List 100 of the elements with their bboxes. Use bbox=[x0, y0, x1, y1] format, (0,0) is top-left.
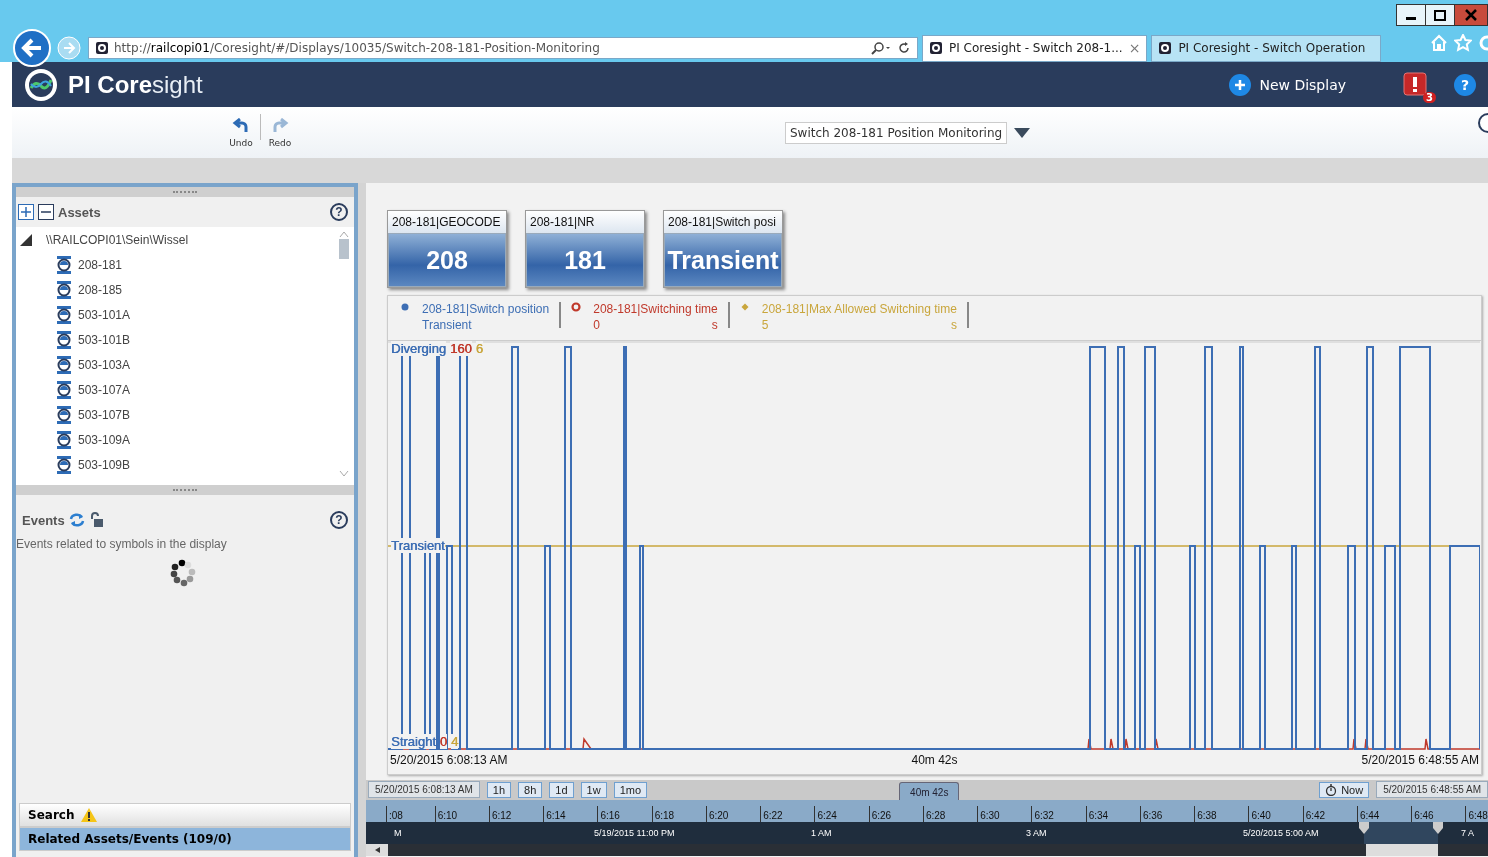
minimize-icon[interactable] bbox=[1396, 4, 1426, 26]
axis-label: 6 bbox=[475, 341, 483, 356]
range-handle-icon[interactable] bbox=[1433, 822, 1443, 834]
time-window-selection[interactable] bbox=[1364, 822, 1438, 844]
time-range-button[interactable]: 1h bbox=[486, 782, 512, 798]
tile-value: 208 bbox=[388, 233, 506, 287]
asset-icon bbox=[56, 455, 72, 474]
help-button[interactable]: ? bbox=[1454, 73, 1476, 96]
scroll-left-icon[interactable] bbox=[366, 844, 388, 856]
address-field[interactable]: http://railcopi01/Coresight/#/Displays/10035/Switch-208-181-Position-Monitoring bbox=[88, 37, 918, 59]
asset-icon bbox=[56, 430, 72, 449]
redo-arrow-icon bbox=[271, 117, 289, 134]
asset-icon bbox=[56, 305, 72, 324]
time-range-button[interactable]: 1w bbox=[580, 782, 607, 798]
overview-label: 7 A bbox=[1461, 828, 1474, 838]
restore-icon[interactable] bbox=[1425, 4, 1455, 26]
search-icon[interactable] bbox=[870, 41, 892, 55]
tile-label: 208-181|NR bbox=[526, 211, 644, 233]
close-icon[interactable] bbox=[1454, 4, 1488, 26]
end-date-field[interactable]: 5/20/2015 6:48:55 AM bbox=[1376, 781, 1488, 798]
tile-value: 181 bbox=[526, 233, 644, 287]
star-icon[interactable] bbox=[1454, 34, 1472, 52]
tree-item[interactable]: \\RAILCOPI01\Sein\Wissel bbox=[46, 232, 189, 247]
page-icon bbox=[95, 41, 109, 55]
axis-label: 0 bbox=[439, 734, 448, 749]
time-range-button[interactable]: 1mo bbox=[613, 782, 648, 798]
end-time-label: 5/20/2015 6:48:55 AM bbox=[1361, 753, 1479, 767]
plus-icon bbox=[1229, 73, 1252, 96]
legend-name: 208-181|Switching time bbox=[593, 302, 718, 316]
tree-item[interactable]: 208-181 bbox=[78, 257, 123, 272]
refresh-icon[interactable] bbox=[897, 41, 911, 55]
undo-arrow-icon bbox=[232, 117, 250, 134]
alert-icon[interactable] bbox=[1402, 70, 1430, 99]
overview-label: 3 AM bbox=[1026, 828, 1047, 838]
legend-name: 208-181|Max Allowed Switching time bbox=[761, 302, 957, 316]
alert-count-badge: 3 bbox=[1423, 91, 1436, 103]
legend-value: 0 bbox=[593, 318, 600, 332]
start-time-label: 5/20/2015 6:08:13 AM bbox=[390, 753, 508, 767]
panel-title: Assets bbox=[58, 204, 101, 220]
range-handle-icon[interactable] bbox=[1359, 822, 1369, 834]
collapse-icon[interactable] bbox=[1476, 113, 1488, 133]
overview-label: M bbox=[394, 828, 402, 838]
related-assets-events-header[interactable]: Related Assets/Events (109/0) bbox=[19, 827, 351, 851]
tree-item[interactable]: 208-185 bbox=[78, 282, 123, 297]
scrollbar-thumb[interactable] bbox=[338, 239, 350, 259]
legend-unit: s bbox=[711, 318, 718, 332]
tree-item[interactable]: 503-101B bbox=[78, 332, 131, 347]
tree-item[interactable]: 503-109B bbox=[78, 457, 131, 472]
logo-icon bbox=[24, 67, 58, 102]
legend-value: Transient bbox=[422, 318, 472, 332]
axis-label: Straight bbox=[391, 734, 436, 749]
unlock-icon[interactable] bbox=[88, 512, 103, 528]
undo-button[interactable]: Undo bbox=[222, 117, 260, 148]
tree-item[interactable]: 503-109A bbox=[78, 432, 131, 447]
tile-label: 208-181|GEOCODE bbox=[388, 211, 506, 233]
tree-item[interactable]: 503-103A bbox=[78, 357, 131, 372]
duration-label: 40m 42s bbox=[911, 753, 958, 767]
scrollbar-thumb[interactable] bbox=[1366, 844, 1438, 856]
start-date-field[interactable]: 5/20/2015 6:08:13 AM bbox=[368, 781, 480, 798]
overview-label: 1 AM bbox=[811, 828, 832, 838]
tree-item[interactable]: 503-107A bbox=[78, 382, 131, 397]
axis-label: 4 bbox=[451, 734, 459, 749]
browser-tab[interactable]: PI Coresight - Switch 208-1... × bbox=[922, 34, 1148, 62]
overview-label: 5/20/2015 5:00 AM bbox=[1243, 828, 1319, 838]
time-range-button[interactable]: 8h bbox=[518, 782, 543, 798]
help-button[interactable]: ? bbox=[330, 203, 348, 221]
tab-close-button[interactable]: × bbox=[1128, 40, 1141, 56]
axis-label: 160 bbox=[449, 341, 472, 356]
tree-item[interactable]: 503-101A bbox=[78, 307, 131, 322]
tile-value: Transient bbox=[664, 233, 782, 287]
help-button[interactable]: ? bbox=[330, 511, 348, 529]
axis-label: Diverging bbox=[391, 341, 446, 356]
page-icon bbox=[929, 41, 943, 55]
time-range-button[interactable]: 1d bbox=[549, 782, 574, 798]
overview-label: 5/19/2015 11:00 PM bbox=[594, 828, 675, 838]
display-name-field[interactable]: Switch 208-181 Position Monitoring bbox=[785, 121, 1008, 144]
asset-icon bbox=[56, 355, 72, 374]
asset-icon bbox=[56, 405, 72, 424]
events-description: Events related to symbols in the display bbox=[16, 537, 228, 551]
asset-icon bbox=[56, 380, 72, 399]
legend-name: 208-181|Switch position bbox=[422, 302, 550, 316]
expand-all-icon[interactable] bbox=[18, 204, 34, 220]
asset-icon bbox=[56, 280, 72, 299]
legend-unit: s bbox=[950, 318, 957, 332]
browser-tab[interactable]: PI Coresight - Switch Operation bbox=[1151, 34, 1382, 62]
expand-triangle-icon[interactable] bbox=[20, 233, 32, 246]
collapse-all-icon[interactable] bbox=[38, 204, 54, 220]
warning-icon bbox=[80, 807, 99, 823]
tile-label: 208-181|Switch posi bbox=[664, 211, 782, 233]
page-icon bbox=[1158, 41, 1173, 55]
now-button[interactable]: Now bbox=[1319, 782, 1370, 798]
axis-label: Transient bbox=[391, 538, 445, 553]
app-title: PI Coresight bbox=[68, 70, 203, 99]
panel-title: Events bbox=[22, 512, 65, 528]
asset-icon bbox=[56, 330, 72, 349]
asset-icon bbox=[56, 255, 72, 274]
legend-value: 5 bbox=[761, 318, 769, 332]
tree-item[interactable]: 503-107B bbox=[78, 407, 131, 422]
search-section-header[interactable]: Search bbox=[19, 803, 351, 827]
new-display-button[interactable]: New Display bbox=[1223, 72, 1352, 97]
